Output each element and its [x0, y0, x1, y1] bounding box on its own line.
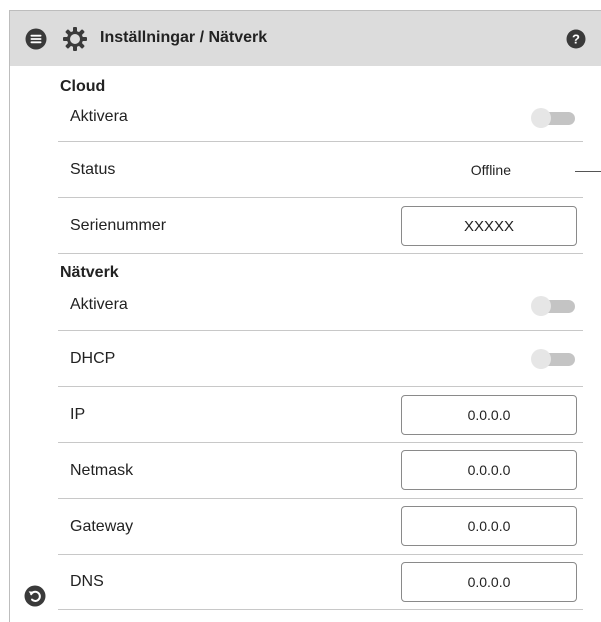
settings-screen: Inställningar / Nätverk ? Cloud Aktivera… [0, 0, 601, 622]
ip-row: IP [58, 387, 583, 443]
cloud-status-value: Offline [470, 161, 511, 178]
gateway-label: Gateway [70, 517, 134, 535]
cloud-serial-row: Serienummer [58, 198, 583, 254]
cloud-status-row: Status Offline [58, 142, 583, 198]
gateway-row: Gateway [58, 499, 583, 555]
header-bar: Inställningar / Nätverk ? [9, 10, 601, 66]
ip-field[interactable] [401, 395, 577, 435]
help-icon[interactable]: ? [566, 29, 586, 49]
network-enable-label: Aktivera [70, 296, 128, 313]
dhcp-label: DHCP [70, 349, 116, 367]
dns-field[interactable] [401, 562, 577, 602]
svg-text:?: ? [572, 32, 580, 47]
dns-row: DNS [58, 554, 583, 610]
page-title: Inställningar / Nätverk [100, 29, 268, 46]
dhcp-toggle[interactable] [531, 349, 577, 369]
cloud-status-label: Status [70, 160, 116, 178]
toggle-knob [531, 108, 551, 128]
toggle-knob [531, 296, 551, 316]
cloud-enable-row: Aktivera [58, 93, 583, 142]
network-enable-row: Aktivera [58, 280, 583, 331]
netmask-field[interactable] [401, 450, 577, 490]
gear-icon [63, 27, 87, 51]
menu-icon[interactable] [25, 28, 47, 50]
dns-label: DNS [70, 572, 104, 590]
serial-number-field[interactable] [401, 206, 577, 246]
dhcp-row: DHCP [58, 331, 583, 387]
cloud-serial-label: Serienummer [70, 216, 167, 234]
status-dash [575, 171, 601, 172]
network-enable-toggle[interactable] [531, 296, 577, 316]
cloud-enable-toggle[interactable] [531, 108, 577, 128]
netmask-row: Netmask [58, 443, 583, 499]
gateway-field[interactable] [401, 506, 577, 546]
toggle-knob [531, 349, 551, 369]
back-icon[interactable] [24, 585, 46, 607]
netmask-label: Netmask [70, 461, 134, 479]
left-border [9, 66, 10, 622]
ip-label: IP [70, 405, 86, 423]
cloud-enable-label: Aktivera [70, 108, 128, 125]
